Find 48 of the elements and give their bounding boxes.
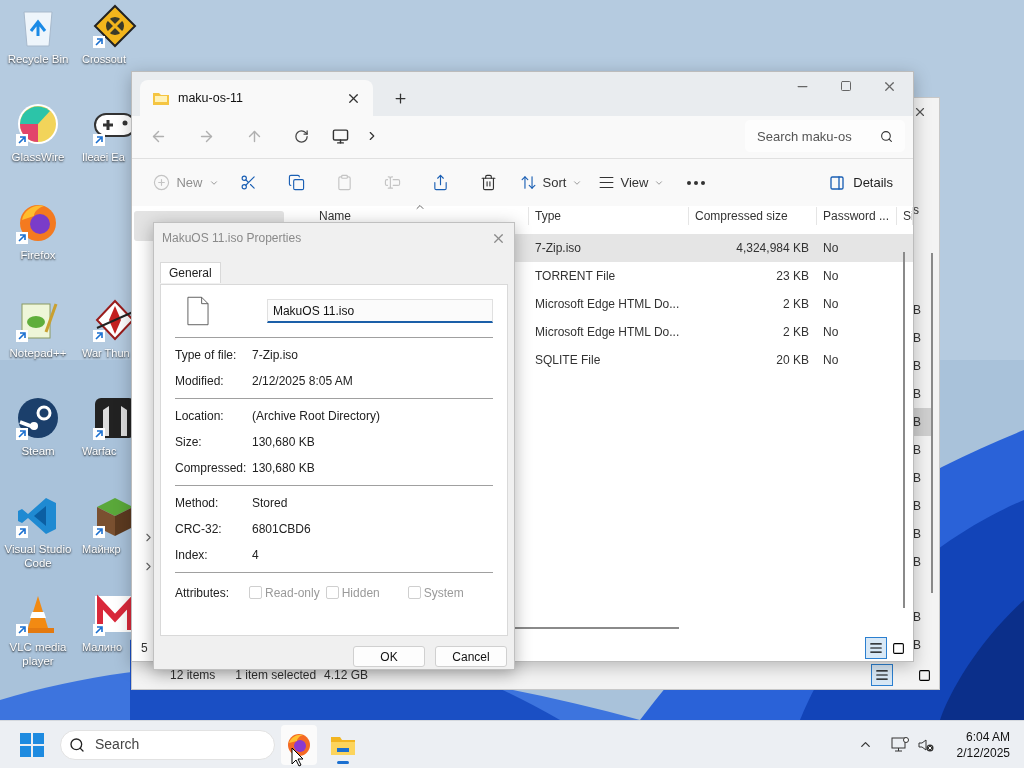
field-value: 2/12/2025 8:05 AM	[252, 373, 353, 390]
table-cell-text: B	[913, 358, 923, 375]
table-cell-text: Microsoft Edge HTML Do...	[534, 296, 681, 313]
table-cell-text: B	[913, 330, 923, 347]
status-text: 4.12 GB	[324, 667, 369, 684]
field-value: 130,680 KB	[252, 460, 315, 477]
status-text: 1 item selected	[235, 667, 317, 684]
table-cell-text: 7-Zip.iso	[534, 240, 582, 257]
field-label: Location:	[175, 408, 225, 425]
table-cell-text: No	[823, 352, 839, 369]
table-cell-text: B	[913, 637, 923, 654]
status-text: 12 items	[170, 667, 216, 684]
table-cell-text: B	[913, 526, 923, 543]
field-label: CRC-32:	[175, 521, 223, 538]
field-label: Type of file:	[175, 347, 238, 364]
table-cell-text: No	[823, 324, 839, 341]
table-cell-text: No	[823, 296, 839, 313]
field-label: Index:	[175, 547, 209, 564]
field-value: 4	[252, 547, 259, 564]
field-label: Method:	[175, 495, 220, 512]
column-header: s	[913, 203, 921, 217]
table-cell-text: B	[913, 386, 923, 403]
field-label: Size:	[175, 434, 203, 451]
table-cell-text: No	[823, 268, 839, 285]
table-cell-text: 23 KB	[775, 268, 809, 285]
table-cell-text: No	[823, 240, 839, 257]
table-cell-text: 20 KB	[775, 352, 809, 369]
table-cell-text: B	[913, 470, 923, 487]
table-cell-text: B	[913, 302, 923, 319]
table-cell-text: B	[913, 609, 923, 626]
field-label: Attributes:	[175, 584, 231, 602]
field-value: 6801CBD6	[252, 521, 311, 538]
table-cell-text: B	[913, 498, 923, 515]
table-cell-text: 2 KB	[782, 296, 809, 313]
table-cell-text: B	[913, 554, 923, 571]
field-value: Stored	[252, 495, 288, 512]
field-value: 130,680 KB	[252, 434, 315, 451]
field-value: (Archive Root Directory)	[252, 408, 381, 425]
table-cell-text: 2 KB	[782, 324, 809, 341]
table-cell-text: 4,324,984 KB	[735, 240, 809, 257]
table-cell-text: TORRENT File	[534, 268, 617, 285]
field-label: Modified:	[175, 373, 225, 390]
field-value: 7-Zip.iso	[252, 347, 298, 364]
table-cell-text: Microsoft Edge HTML Do...	[534, 324, 681, 341]
status-text: 5	[141, 640, 148, 657]
table-cell-text: SQLITE File	[534, 352, 602, 369]
table-cell-text: B	[913, 442, 923, 459]
field-label: Compressed:	[175, 460, 248, 477]
